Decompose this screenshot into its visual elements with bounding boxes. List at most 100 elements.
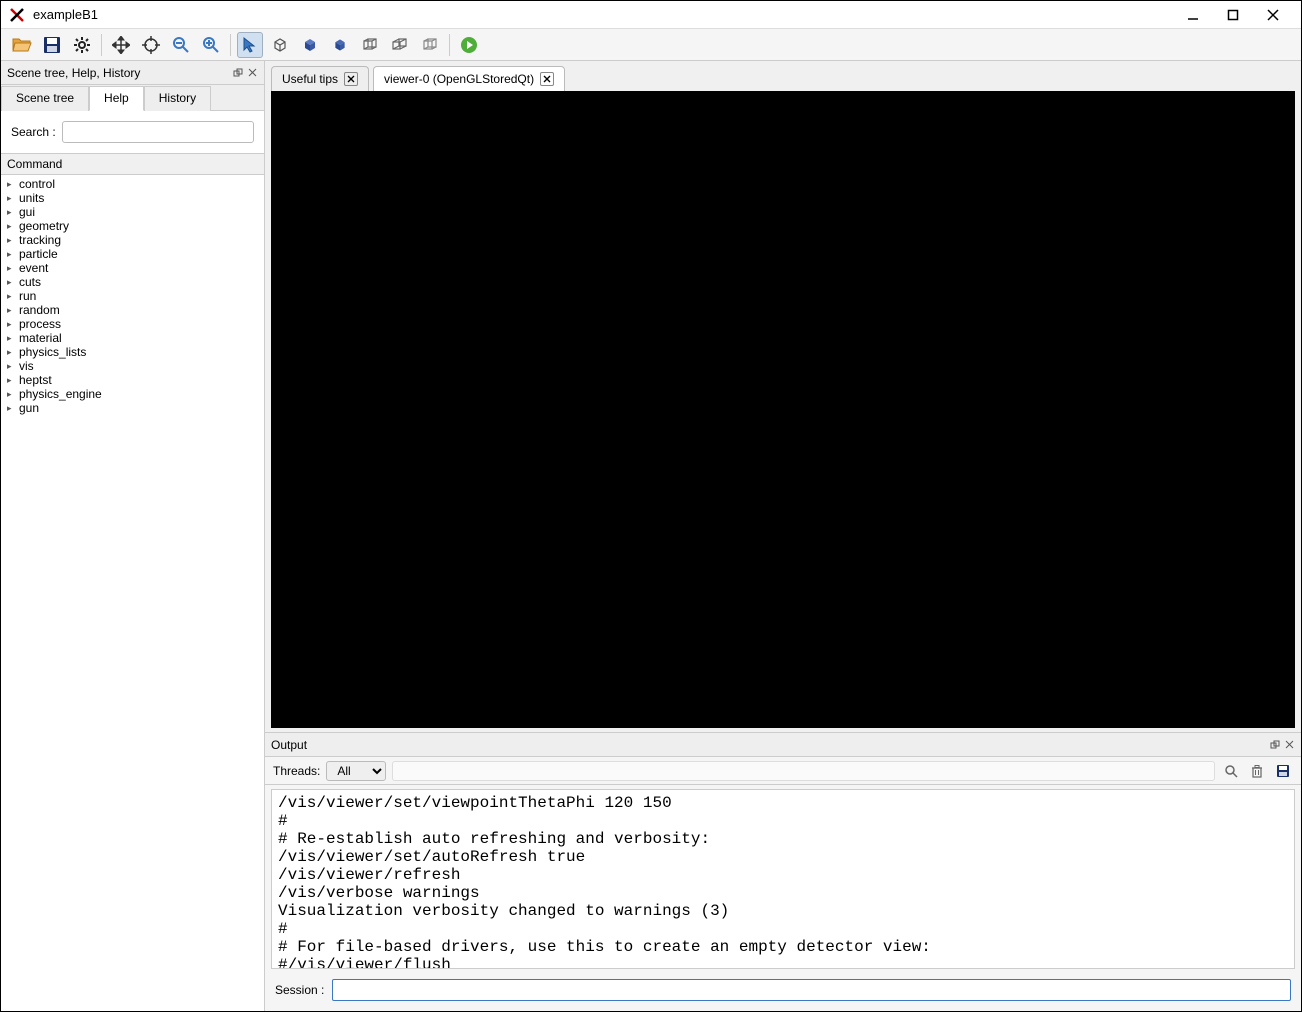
tree-item-particle[interactable]: ▸particle [1,247,264,261]
chevron-right-icon: ▸ [7,319,19,330]
tree-item-label: material [19,331,62,345]
session-row: Session : [265,973,1301,1011]
sidebar-tabs: Scene tree Help History [1,85,264,111]
tree-item-random[interactable]: ▸random [1,303,264,317]
cursor-mode-icon[interactable] [237,32,263,58]
output-clear-icon[interactable] [1247,761,1267,781]
output-panel-header: Output [265,733,1301,757]
target-icon[interactable] [138,32,164,58]
tree-item-gui[interactable]: ▸gui [1,205,264,219]
perspective-icon[interactable] [357,32,383,58]
tree-item-tracking[interactable]: ▸tracking [1,233,264,247]
chevron-right-icon: ▸ [7,221,19,232]
chevron-right-icon: ▸ [7,347,19,358]
search-label: Search : [11,125,56,139]
ortho-icon[interactable] [387,32,413,58]
viewer-tab[interactable]: Useful tips [271,66,369,91]
close-icon[interactable] [344,72,358,86]
wireframe-icon[interactable] [267,32,293,58]
undock-icon[interactable] [232,67,244,79]
tree-item-physics_lists[interactable]: ▸physics_lists [1,345,264,359]
tree-item-label: units [19,191,44,205]
open-icon[interactable] [9,32,35,58]
tree-item-label: event [19,261,48,275]
tree-item-label: gun [19,401,39,415]
search-input[interactable] [62,121,254,143]
threads-select[interactable]: All [326,761,386,781]
tree-item-heptst[interactable]: ▸heptst [1,373,264,387]
sidebar: Scene tree, Help, History Scene tree Hel… [1,61,265,1011]
chevron-right-icon: ▸ [7,193,19,204]
output-search-icon[interactable] [1221,761,1241,781]
chevron-right-icon: ▸ [7,403,19,414]
close-panel-icon[interactable] [246,67,258,79]
chevron-right-icon: ▸ [7,179,19,190]
tree-item-label: tracking [19,233,61,247]
tree-item-physics_engine[interactable]: ▸physics_engine [1,387,264,401]
tab-scene-tree[interactable]: Scene tree [1,86,89,111]
tree-item-control[interactable]: ▸control [1,177,264,191]
session-input[interactable] [332,979,1291,1001]
close-button[interactable] [1253,1,1293,29]
output-log[interactable]: /vis/viewer/set/viewpointThetaPhi 120 15… [271,789,1295,969]
tree-item-process[interactable]: ▸process [1,317,264,331]
tab-help[interactable]: Help [89,86,144,111]
hidden-line-icon[interactable] [327,32,353,58]
chevron-right-icon: ▸ [7,207,19,218]
minimize-button[interactable] [1173,1,1213,29]
tab-history[interactable]: History [144,86,211,111]
tree-item-run[interactable]: ▸run [1,289,264,303]
tree-item-label: gui [19,205,35,219]
viewer-tab-label: Useful tips [282,72,338,86]
threads-label: Threads: [273,764,320,778]
tree-item-label: heptst [19,373,52,387]
tree-item-label: particle [19,247,58,261]
zoom-out-icon[interactable] [168,32,194,58]
tree-item-material[interactable]: ▸material [1,331,264,345]
chevron-right-icon: ▸ [7,333,19,344]
close-icon[interactable] [540,72,554,86]
solid-icon[interactable] [297,32,323,58]
sidebar-panel-title: Scene tree, Help, History [7,66,140,80]
projection-icon[interactable] [417,32,443,58]
tree-item-geometry[interactable]: ▸geometry [1,219,264,233]
tree-item-label: control [19,177,55,191]
run-icon[interactable] [456,32,482,58]
viewer-tab-label: viewer-0 (OpenGLStoredQt) [384,72,534,86]
viewer-tab[interactable]: viewer-0 (OpenGLStoredQt) [373,66,565,91]
tree-item-label: process [19,317,61,331]
chevron-right-icon: ▸ [7,375,19,386]
tree-item-vis[interactable]: ▸vis [1,359,264,373]
command-header: Command [1,153,264,175]
content: Useful tips viewer-0 (OpenGLStoredQt) Out… [265,61,1301,1011]
tree-item-label: cuts [19,275,41,289]
gear-icon[interactable] [69,32,95,58]
output-panel: Output Threads: All /vis/viewer/set/view… [265,732,1301,1011]
output-toolbar: Threads: All [265,757,1301,785]
chevron-right-icon: ▸ [7,263,19,274]
tree-item-label: physics_lists [19,345,86,359]
viewer-canvas[interactable] [271,91,1295,728]
output-close-panel-icon[interactable] [1283,739,1295,751]
save-icon[interactable] [39,32,65,58]
output-save-icon[interactable] [1273,761,1293,781]
output-filter-input[interactable] [392,761,1215,781]
titlebar: exampleB1 [1,1,1301,29]
tree-item-units[interactable]: ▸units [1,191,264,205]
move-icon[interactable] [108,32,134,58]
window-title: exampleB1 [33,7,1173,22]
zoom-in-icon[interactable] [198,32,224,58]
chevron-right-icon: ▸ [7,361,19,372]
tree-item-gun[interactable]: ▸gun [1,401,264,415]
output-undock-icon[interactable] [1269,739,1281,751]
sidebar-panel-header: Scene tree, Help, History [1,61,264,85]
search-row: Search : [1,111,264,153]
chevron-right-icon: ▸ [7,249,19,260]
chevron-right-icon: ▸ [7,277,19,288]
tree-item-cuts[interactable]: ▸cuts [1,275,264,289]
chevron-right-icon: ▸ [7,291,19,302]
tree-item-event[interactable]: ▸event [1,261,264,275]
command-tree: ▸control▸units▸gui▸geometry▸tracking▸par… [1,175,264,1011]
maximize-button[interactable] [1213,1,1253,29]
session-label: Session : [275,983,324,997]
